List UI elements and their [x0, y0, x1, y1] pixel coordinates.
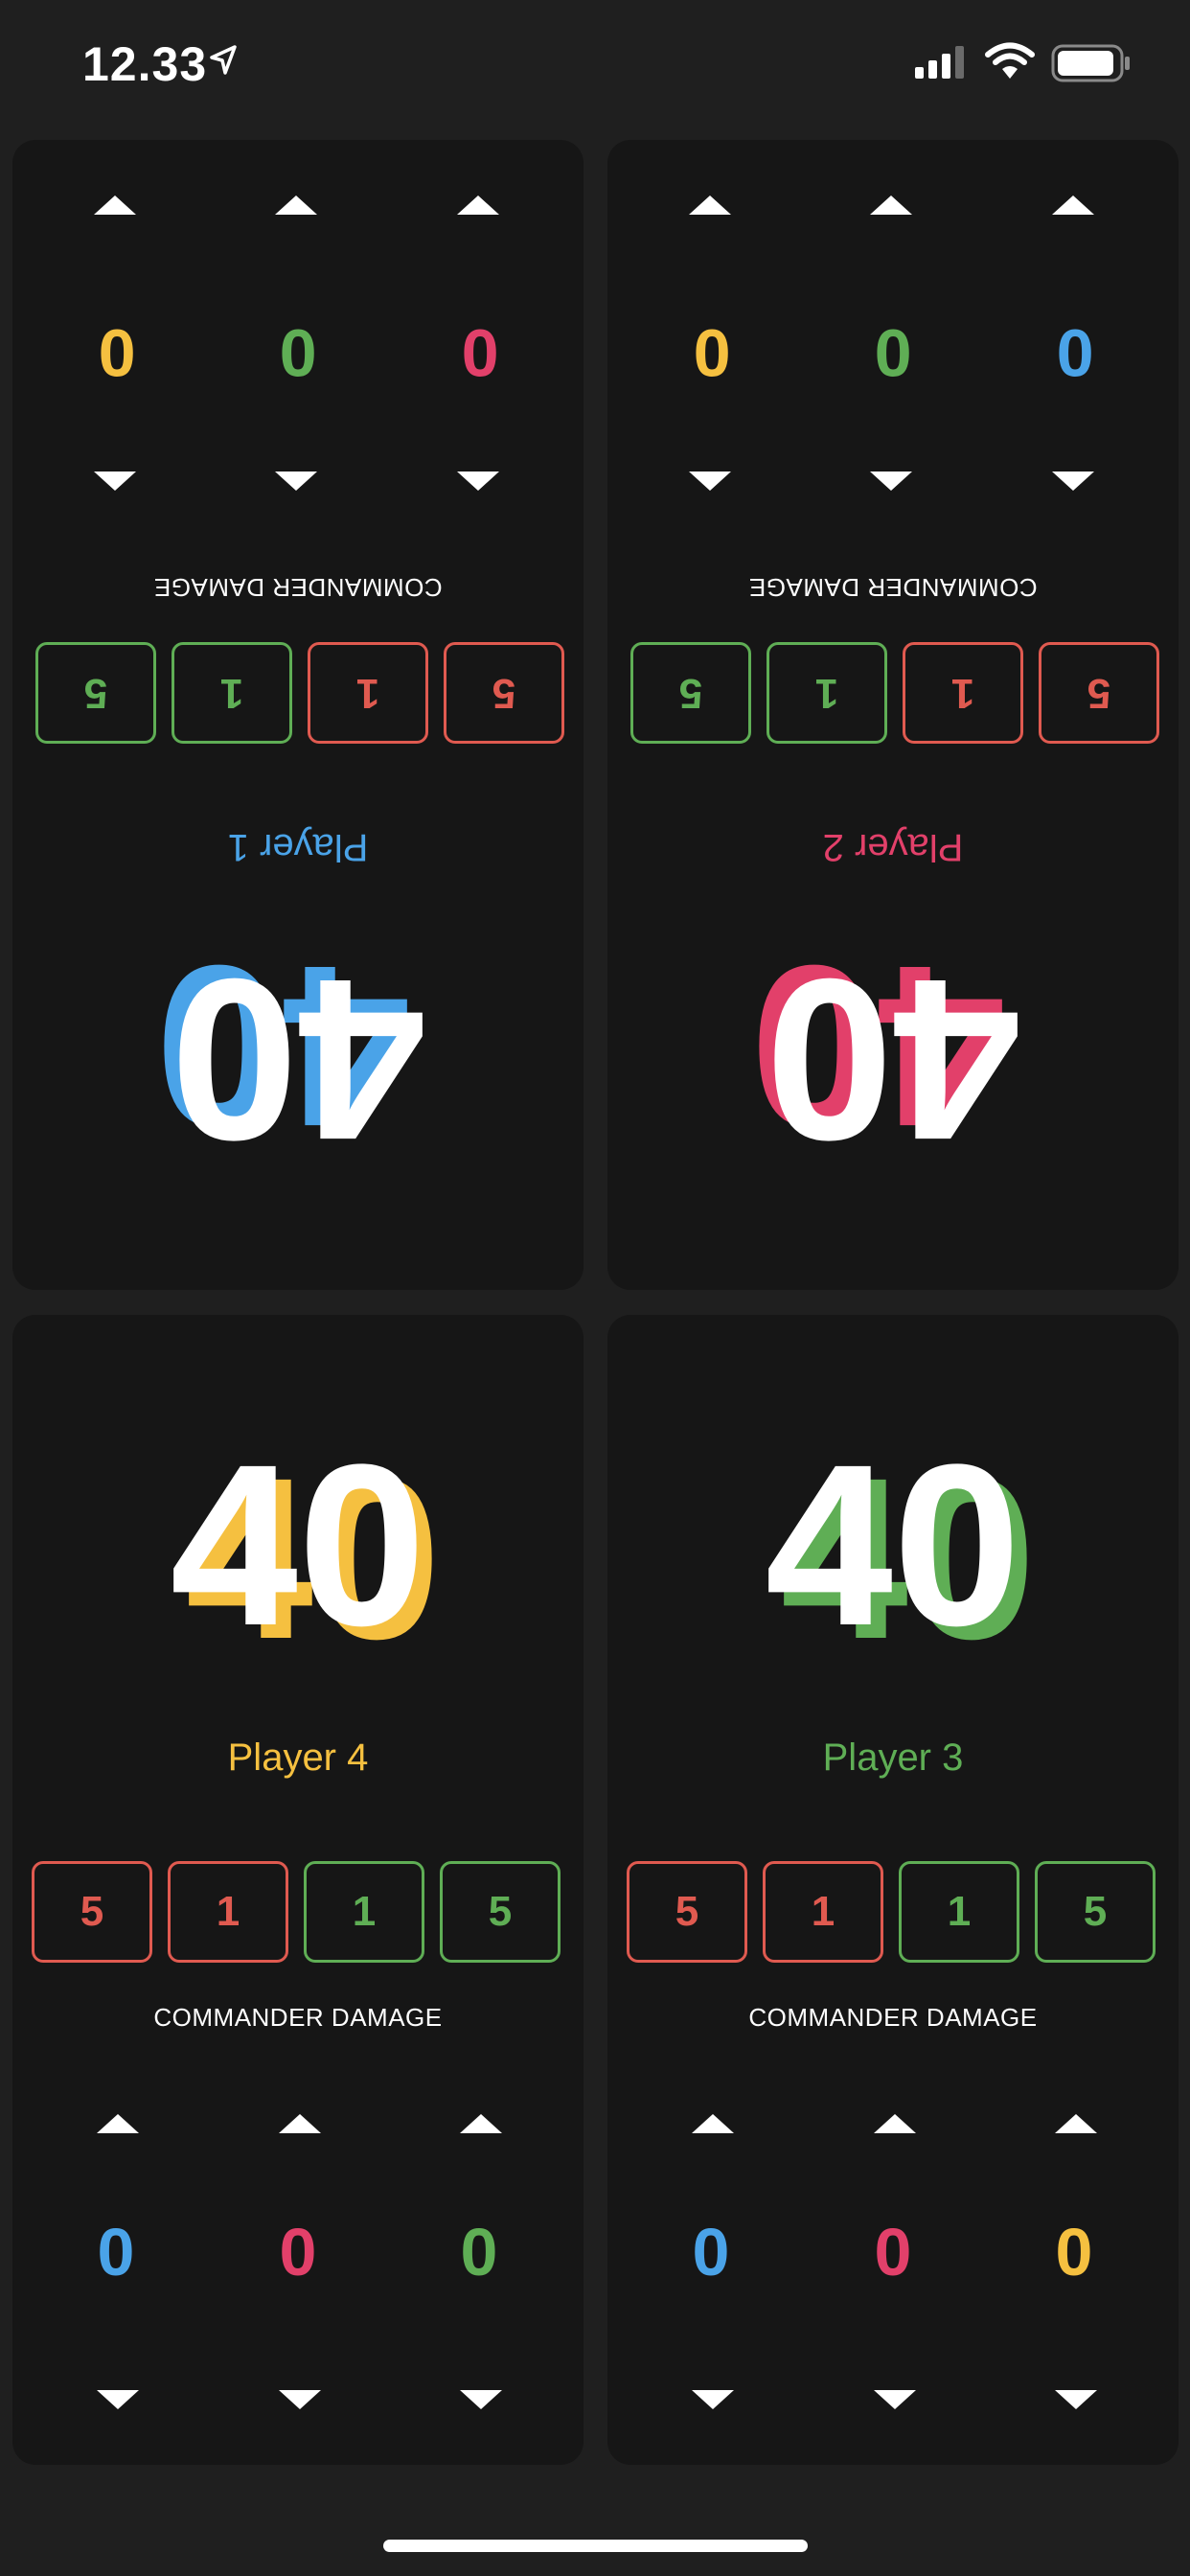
- commander-damage-boxes: 5115: [32, 1861, 564, 1966]
- commander-damage-box[interactable]: 1: [168, 1861, 288, 1963]
- player-name[interactable]: Player 3: [607, 1736, 1179, 1780]
- decrement-arrow-icon[interactable]: [94, 196, 136, 215]
- increment-arrow-icon[interactable]: [275, 472, 317, 491]
- commander-damage-tracker: 0: [412, 2101, 546, 2409]
- life-total[interactable]: 40 40: [12, 1416, 584, 1683]
- decrement-arrow-icon[interactable]: [460, 2390, 502, 2409]
- increment-arrow-icon[interactable]: [874, 2114, 916, 2133]
- life-total[interactable]: 40 40: [607, 918, 1179, 1188]
- decrement-arrow-icon[interactable]: [275, 196, 317, 215]
- wifi-icon: [985, 42, 1035, 79]
- player-panel-2: 40 40 Player 2 5 1 1 5 COMMANDER DAMAGE 0 0 0: [607, 140, 1179, 1290]
- battery-icon: [1051, 44, 1130, 82]
- decrement-arrow-icon[interactable]: [1055, 2390, 1097, 2409]
- player-name[interactable]: Player 4: [12, 1736, 584, 1780]
- tracker-value: 0: [1055, 2215, 1093, 2289]
- tracker-value: 0: [874, 315, 912, 390]
- commander-damage-box[interactable]: 5: [630, 642, 751, 744]
- tracker-value: 0: [692, 2215, 730, 2289]
- cellular-signal-icon: [915, 46, 964, 79]
- tracker-value: 0: [1056, 315, 1094, 390]
- commander-damage-boxes: 5115: [627, 638, 1159, 744]
- commander-damage-box[interactable]: 5: [1039, 642, 1159, 744]
- increment-arrow-icon[interactable]: [870, 472, 912, 491]
- life-total-value: 40: [170, 1416, 426, 1673]
- player-panel-4: 40 40 Player 4 5 1 1 5 COMMANDER DAMAGE 0 0 0: [12, 1315, 584, 2465]
- player-name[interactable]: Player 2: [607, 825, 1179, 868]
- commander-damage-box[interactable]: 5: [32, 1861, 152, 1963]
- commander-damage-label: COMMANDER DAMAGE: [748, 573, 1038, 602]
- player-panel-1: 40 40 Player 1 5 1 1 5 COMMANDER DAMAGE 0 0 0: [12, 140, 584, 1290]
- tracker-value: 0: [461, 315, 499, 390]
- commander-damage-tracker: 0: [1007, 2101, 1141, 2409]
- commander-damage-tracker: 0: [826, 2101, 960, 2409]
- life-total[interactable]: 40 40: [607, 1416, 1179, 1683]
- commander-damage-tracker: 0: [645, 196, 779, 504]
- life-total-value: 40: [765, 1416, 1021, 1673]
- increment-arrow-icon[interactable]: [97, 2114, 139, 2133]
- commander-damage-tracker: 0: [50, 196, 184, 504]
- increment-arrow-icon[interactable]: [457, 472, 499, 491]
- commander-damage-tracker: 0: [231, 2101, 365, 2409]
- commander-damage-box[interactable]: 1: [308, 642, 428, 744]
- increment-arrow-icon[interactable]: [94, 472, 136, 491]
- increment-arrow-icon[interactable]: [692, 2114, 734, 2133]
- life-total-value: 40: [170, 932, 426, 1188]
- commander-damage-box[interactable]: 5: [1035, 1861, 1156, 1963]
- decrement-arrow-icon[interactable]: [689, 196, 731, 215]
- life-total[interactable]: 40 40: [12, 918, 584, 1188]
- commander-damage-box[interactable]: 1: [304, 1861, 424, 1963]
- tracker-value: 0: [279, 2215, 317, 2289]
- commander-damage-boxes: 5115: [32, 638, 564, 744]
- tracker-value: 0: [874, 2215, 912, 2289]
- tracker-value: 0: [97, 2215, 135, 2289]
- commander-damage-box[interactable]: 5: [627, 1861, 747, 1963]
- decrement-arrow-icon[interactable]: [692, 2390, 734, 2409]
- commander-damage-tracker: 0: [644, 2101, 778, 2409]
- decrement-arrow-icon[interactable]: [874, 2390, 916, 2409]
- tracker-value: 0: [98, 315, 136, 390]
- commander-damage-box[interactable]: 5: [444, 642, 564, 744]
- commander-damage-label: COMMANDER DAMAGE: [153, 2003, 443, 2032]
- tracker-value: 0: [460, 2215, 498, 2289]
- increment-arrow-icon[interactable]: [460, 2114, 502, 2133]
- commander-damage-tracker: 0: [231, 196, 365, 504]
- decrement-arrow-icon[interactable]: [97, 2390, 139, 2409]
- player-name[interactable]: Player 1: [12, 825, 584, 868]
- commander-damage-box[interactable]: 1: [172, 642, 292, 744]
- commander-damage-label: COMMANDER DAMAGE: [748, 2003, 1038, 2032]
- commander-damage-tracker: 0: [413, 196, 547, 504]
- decrement-arrow-icon[interactable]: [1052, 196, 1094, 215]
- commander-damage-box[interactable]: 5: [35, 642, 156, 744]
- player-panel-3: 40 40 Player 3 5 1 1 5 COMMANDER DAMAGE 0 0 0: [607, 1315, 1179, 2465]
- increment-arrow-icon[interactable]: [279, 2114, 321, 2133]
- increment-arrow-icon[interactable]: [689, 472, 731, 491]
- tracker-value: 0: [279, 315, 317, 390]
- commander-damage-tracker: 0: [49, 2101, 183, 2409]
- location-arrow-icon: [210, 45, 237, 75]
- increment-arrow-icon[interactable]: [1052, 472, 1094, 491]
- status-time: 12.33: [82, 37, 208, 91]
- commander-damage-tracker: 0: [826, 196, 960, 504]
- decrement-arrow-icon[interactable]: [457, 196, 499, 215]
- commander-damage-box[interactable]: 1: [899, 1861, 1019, 1963]
- tracker-value: 0: [693, 315, 731, 390]
- status-bar: 12.33: [0, 0, 1190, 134]
- decrement-arrow-icon[interactable]: [870, 196, 912, 215]
- commander-damage-box[interactable]: 1: [763, 1861, 883, 1963]
- commander-damage-label: COMMANDER DAMAGE: [153, 573, 443, 602]
- commander-damage-box[interactable]: 1: [767, 642, 887, 744]
- decrement-arrow-icon[interactable]: [279, 2390, 321, 2409]
- home-indicator[interactable]: [383, 2540, 808, 2552]
- commander-damage-tracker: 0: [1008, 196, 1142, 504]
- commander-damage-box[interactable]: 1: [903, 642, 1023, 744]
- commander-damage-box[interactable]: 5: [440, 1861, 561, 1963]
- life-total-value: 40: [765, 932, 1021, 1188]
- commander-damage-boxes: 5115: [627, 1861, 1159, 1966]
- increment-arrow-icon[interactable]: [1055, 2114, 1097, 2133]
